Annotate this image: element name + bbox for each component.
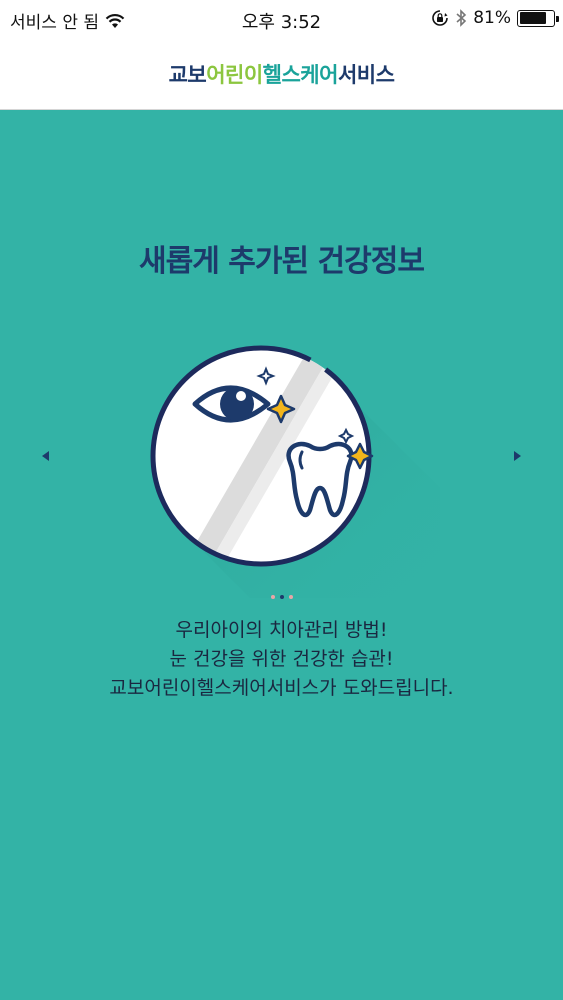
description-line: 교보어린이헬스케어서비스가 도와드립니다. xyxy=(109,677,454,699)
description: 우리아이의 치아관리 방법! 눈 건강을 위한 건강한 습관! 교보어린이헬스케… xyxy=(0,616,563,703)
battery-percent: 81% xyxy=(473,8,511,28)
logo-part-healthcare: 헬스케어 xyxy=(262,62,339,87)
page-title: 새롭게 추가된 건강정보 xyxy=(139,244,425,279)
lock-rotation-icon xyxy=(432,10,449,26)
carousel-dot[interactable] xyxy=(270,595,275,599)
description-line: 우리아이의 치아관리 방법! xyxy=(175,619,388,641)
logo-part-children: 어린이 xyxy=(206,62,263,87)
carousel-slide-illustration[interactable] xyxy=(140,338,440,598)
description-line: 눈 건강을 위한 건강한 습관! xyxy=(169,648,394,670)
arrow-left-icon[interactable] xyxy=(42,451,49,461)
arrow-right-icon[interactable] xyxy=(514,451,521,461)
bluetooth-icon xyxy=(456,9,467,27)
status-right-group: 81% xyxy=(431,8,559,28)
carousel-dot[interactable] xyxy=(288,595,293,599)
logo-part-kyobo: 교보 xyxy=(168,62,207,87)
battery-icon xyxy=(517,9,559,27)
carousel-dot-active[interactable] xyxy=(279,595,284,599)
battery-fill xyxy=(519,12,547,24)
app-logo[interactable]: 교보어린이헬스케어서비스 xyxy=(169,59,395,89)
carousel-dots xyxy=(0,595,563,599)
logo-part-service: 서비스 xyxy=(337,62,395,87)
status-bar: 서비스 안 됨 오후 3:52 81% xyxy=(0,0,563,38)
app-header: 교보어린이헬스케어서비스 xyxy=(0,38,563,110)
